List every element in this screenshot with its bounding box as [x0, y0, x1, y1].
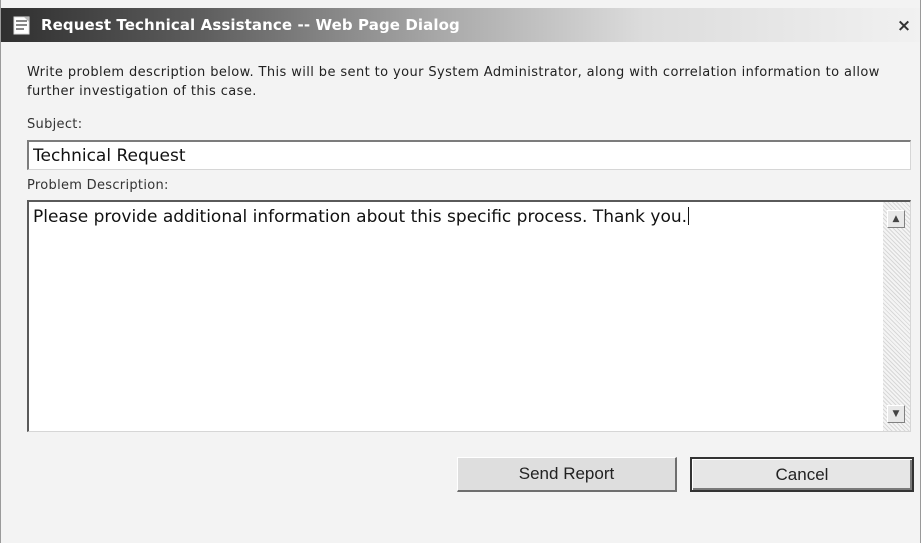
subject-label: Subject:: [27, 117, 83, 132]
subject-input[interactable]: [27, 140, 911, 170]
scroll-up-arrow-icon: ▲: [892, 214, 900, 224]
problem-description-label: Problem Description:: [27, 178, 169, 193]
dialog-title: Request Technical Assistance -- Web Page…: [41, 16, 460, 34]
title-bar[interactable]: Request Technical Assistance -- Web Page…: [1, 8, 920, 42]
request-assistance-dialog: Request Technical Assistance -- Web Page…: [0, 0, 921, 543]
dialog-app-icon: [13, 16, 30, 35]
problem-description-value: Please provide additional information ab…: [33, 207, 688, 227]
scroll-down-button[interactable]: ▼: [887, 405, 905, 423]
scroll-up-button[interactable]: ▲: [887, 210, 905, 228]
vertical-scrollbar[interactable]: ▲ ▼: [883, 202, 910, 431]
close-button[interactable]: ×: [894, 16, 914, 36]
problem-description-textarea[interactable]: Please provide additional information ab…: [27, 200, 911, 432]
cancel-button[interactable]: Cancel: [690, 457, 914, 492]
scroll-down-arrow-icon: ▼: [892, 409, 900, 419]
text-caret: [688, 207, 690, 225]
send-report-button[interactable]: Send Report: [457, 457, 677, 492]
close-icon: ×: [896, 16, 912, 36]
problem-description-text: Please provide additional information ab…: [33, 207, 873, 227]
instructions-text: Write problem description below. This wi…: [27, 65, 880, 99]
